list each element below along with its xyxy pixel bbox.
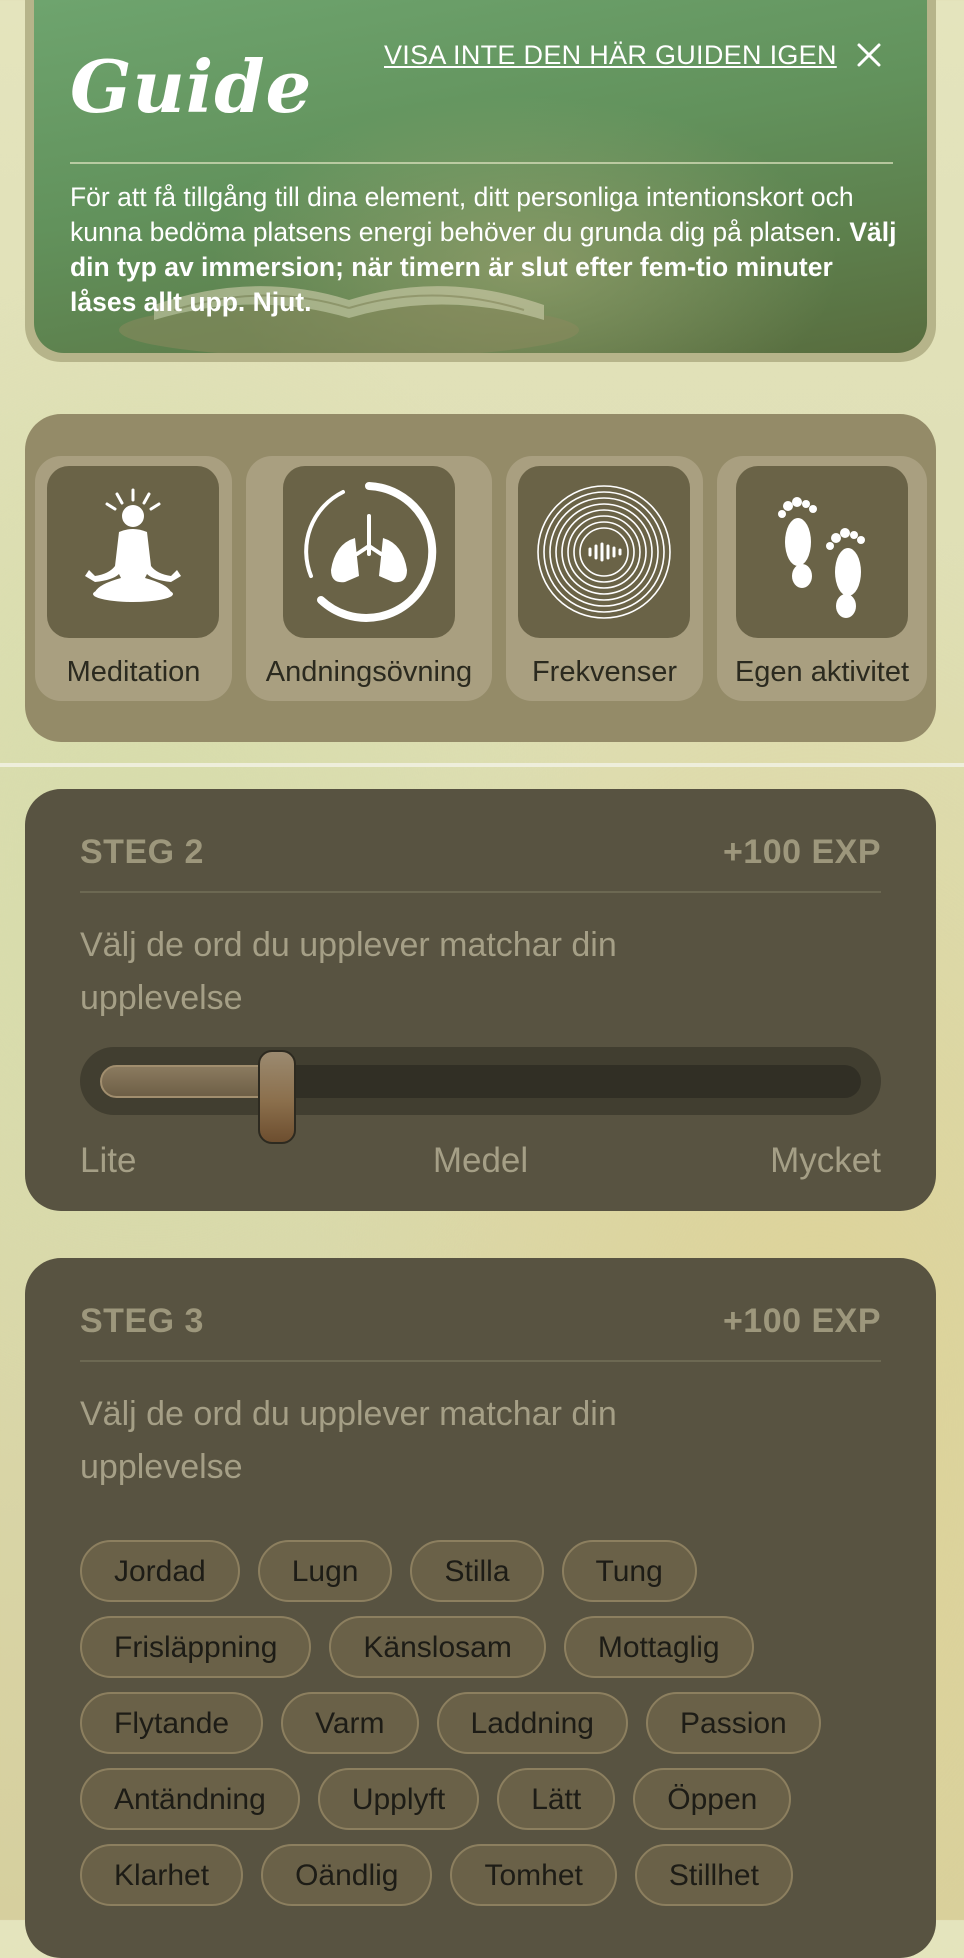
immersion-option-own-activity[interactable]: Egen aktivitet: [717, 456, 927, 701]
immersion-option-label: Egen aktivitet: [734, 656, 910, 688]
step2-card: STEG 2 +100 EXP Välj de ord du upplever …: [25, 789, 936, 1211]
word-chip[interactable]: Upplyft: [317, 1768, 480, 1830]
intensity-slider[interactable]: [80, 1047, 881, 1144]
word-chip[interactable]: Oändlig: [261, 1844, 433, 1906]
word-chip-row: Antändning Upplyft Lätt Öppen: [80, 1768, 890, 1830]
slider-fill: [100, 1065, 277, 1098]
guide-banner: Guide VISA INTE DEN HÄR GUIDEN IGEN För …: [34, 0, 927, 353]
slider-track: [100, 1050, 861, 1144]
word-chip[interactable]: Öppen: [633, 1768, 792, 1830]
word-chip[interactable]: Laddning: [436, 1692, 628, 1754]
step3-question: Välj de ord du upplever matchar din uppl…: [80, 1395, 617, 1486]
word-chip-row: Klarhet Oändlig Tomhet Stillhet: [80, 1844, 890, 1906]
icon-box: [736, 466, 908, 638]
slider-max-label: Mycket: [770, 1141, 881, 1180]
word-chip[interactable]: Frisläppning: [80, 1616, 312, 1678]
immersion-panel: Meditation Andningsövning Frekvenser Ege…: [25, 414, 936, 742]
word-chip[interactable]: Passion: [646, 1692, 821, 1754]
step2-label: STEG 2: [80, 833, 204, 871]
immersion-option-label: Meditation: [66, 656, 201, 688]
word-chip[interactable]: Stillhet: [634, 1844, 793, 1906]
step2-exp-badge: +100 EXP: [722, 833, 881, 871]
hide-guide-link[interactable]: VISA INTE DEN HÄR GUIDEN IGEN: [384, 40, 837, 71]
guide-title: Guide: [70, 44, 313, 129]
sound-wave-icon: [537, 485, 671, 619]
word-chip[interactable]: Jordad: [80, 1540, 240, 1602]
word-chip[interactable]: Känslosam: [329, 1616, 546, 1678]
page-divider: [0, 763, 964, 767]
slider-thumb[interactable]: [258, 1050, 296, 1144]
word-chip[interactable]: Antändning: [80, 1768, 300, 1830]
icon-box: [518, 466, 690, 638]
guide-text-regular: För att få tillgång till dina element, d…: [70, 182, 854, 247]
guide-divider: [70, 162, 893, 164]
step2-question: Välj de ord du upplever matchar din uppl…: [80, 926, 617, 1017]
word-chip[interactable]: Klarhet: [80, 1844, 244, 1906]
step3-exp-badge: +100 EXP: [722, 1302, 881, 1340]
word-chip[interactable]: Varm: [281, 1692, 419, 1754]
immersion-option-label: Frekvenser: [531, 656, 678, 688]
meditation-icon: [85, 488, 181, 602]
word-chip-row: Frisläppning Känslosam Mottaglig: [80, 1616, 890, 1678]
word-chips: Jordad Lugn Stilla Tung Frisläppning Känslosa…: [80, 1540, 890, 1920]
footprints-icon: [778, 497, 865, 618]
lungs-icon: [304, 482, 437, 622]
guide-description: För att få tillgång till dina element, d…: [70, 180, 900, 320]
word-chip[interactable]: Stilla: [410, 1540, 544, 1602]
step3-card: STEG 3 +100 EXP Välj de ord du upplever …: [25, 1258, 936, 1958]
close-icon[interactable]: [854, 40, 884, 70]
step3-divider: [80, 1360, 881, 1362]
immersion-option-meditation[interactable]: Meditation: [35, 456, 232, 701]
icon-box: [47, 466, 219, 638]
icon-box: [283, 466, 455, 638]
guide-card: Guide VISA INTE DEN HÄR GUIDEN IGEN För …: [25, 0, 936, 362]
immersion-option-label: Andningsövning: [265, 656, 473, 688]
word-chip[interactable]: Lugn: [257, 1540, 393, 1602]
word-chip[interactable]: Mottaglig: [563, 1616, 754, 1678]
word-chip[interactable]: Tomhet: [450, 1844, 617, 1906]
word-chip-row: Flytande Varm Laddning Passion: [80, 1692, 890, 1754]
step3-label: STEG 3: [80, 1302, 204, 1340]
immersion-option-frequencies[interactable]: Frekvenser: [506, 456, 703, 701]
word-chip[interactable]: Tung: [561, 1540, 697, 1602]
word-chip[interactable]: Flytande: [80, 1692, 264, 1754]
step2-divider: [80, 891, 881, 893]
word-chip[interactable]: Lätt: [497, 1768, 616, 1830]
word-chip-row: Jordad Lugn Stilla Tung: [80, 1540, 890, 1602]
immersion-option-breathing[interactable]: Andningsövning: [246, 456, 492, 701]
